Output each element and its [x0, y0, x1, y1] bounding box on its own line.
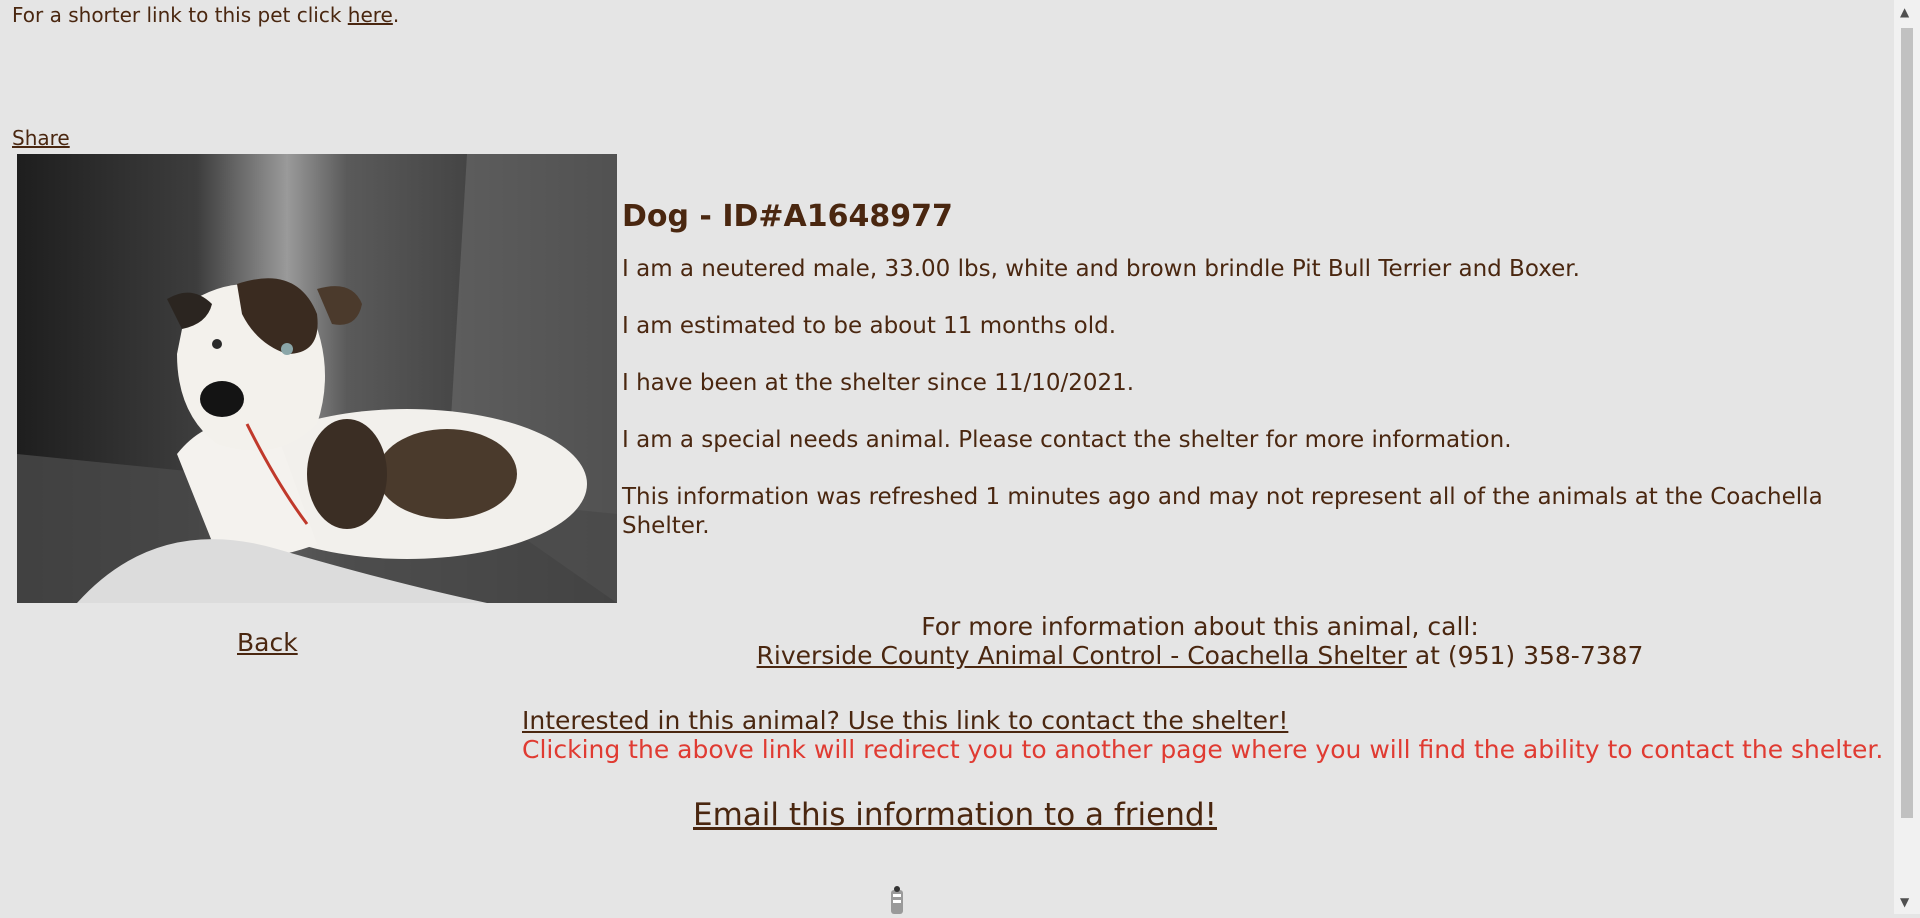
scroll-up-arrow-icon[interactable]: ▲	[1900, 6, 1909, 18]
animal-description: I am a neutered male, 33.00 lbs, white a…	[622, 256, 1580, 282]
animal-info: Dog - ID#A1648977 I am a neutered male, …	[622, 197, 1862, 569]
shelter-link[interactable]: Riverside County Animal Control - Coache…	[757, 641, 1407, 670]
vertical-scrollbar[interactable]: ▲ ▼	[1894, 0, 1920, 914]
refresh-note: This information was refreshed 1 minutes…	[622, 484, 1823, 539]
call-line: For more information about this animal, …	[921, 612, 1479, 641]
animal-intake-date: I have been at the shelter since 11/10/2…	[622, 370, 1135, 396]
interest-block: Interested in this animal? Use this link…	[522, 706, 1883, 764]
animal-age: I am estimated to be about 11 months old…	[622, 313, 1117, 339]
short-link-line: For a shorter link to this pet click her…	[12, 3, 399, 27]
dog-photo	[17, 154, 617, 603]
email-friend-link[interactable]: Email this information to a friend!	[693, 797, 1217, 833]
phone-number: at (951) 358-7387	[1406, 641, 1644, 670]
short-link-here[interactable]: here	[348, 3, 393, 27]
redirect-warning: Clicking the above link will redirect yo…	[522, 735, 1884, 764]
loading-icon	[888, 886, 906, 914]
special-needs-note: I am a special needs animal. Please cont…	[622, 427, 1512, 453]
short-link-prefix: For a shorter link to this pet click	[12, 3, 348, 27]
contact-shelter-link[interactable]: Interested in this animal? Use this link…	[522, 706, 1288, 735]
share-link[interactable]: Share	[12, 126, 70, 150]
short-link-suffix: .	[392, 3, 400, 27]
scroll-thumb[interactable]	[1901, 28, 1913, 818]
animal-title: Dog - ID#A1648977	[622, 199, 953, 234]
shelter-line: Riverside County Animal Control - Coache…	[700, 641, 1700, 670]
back-link[interactable]: Back	[237, 628, 298, 657]
call-block: For more information about this animal, …	[700, 612, 1700, 670]
scroll-down-arrow-icon[interactable]: ▼	[1900, 896, 1909, 908]
